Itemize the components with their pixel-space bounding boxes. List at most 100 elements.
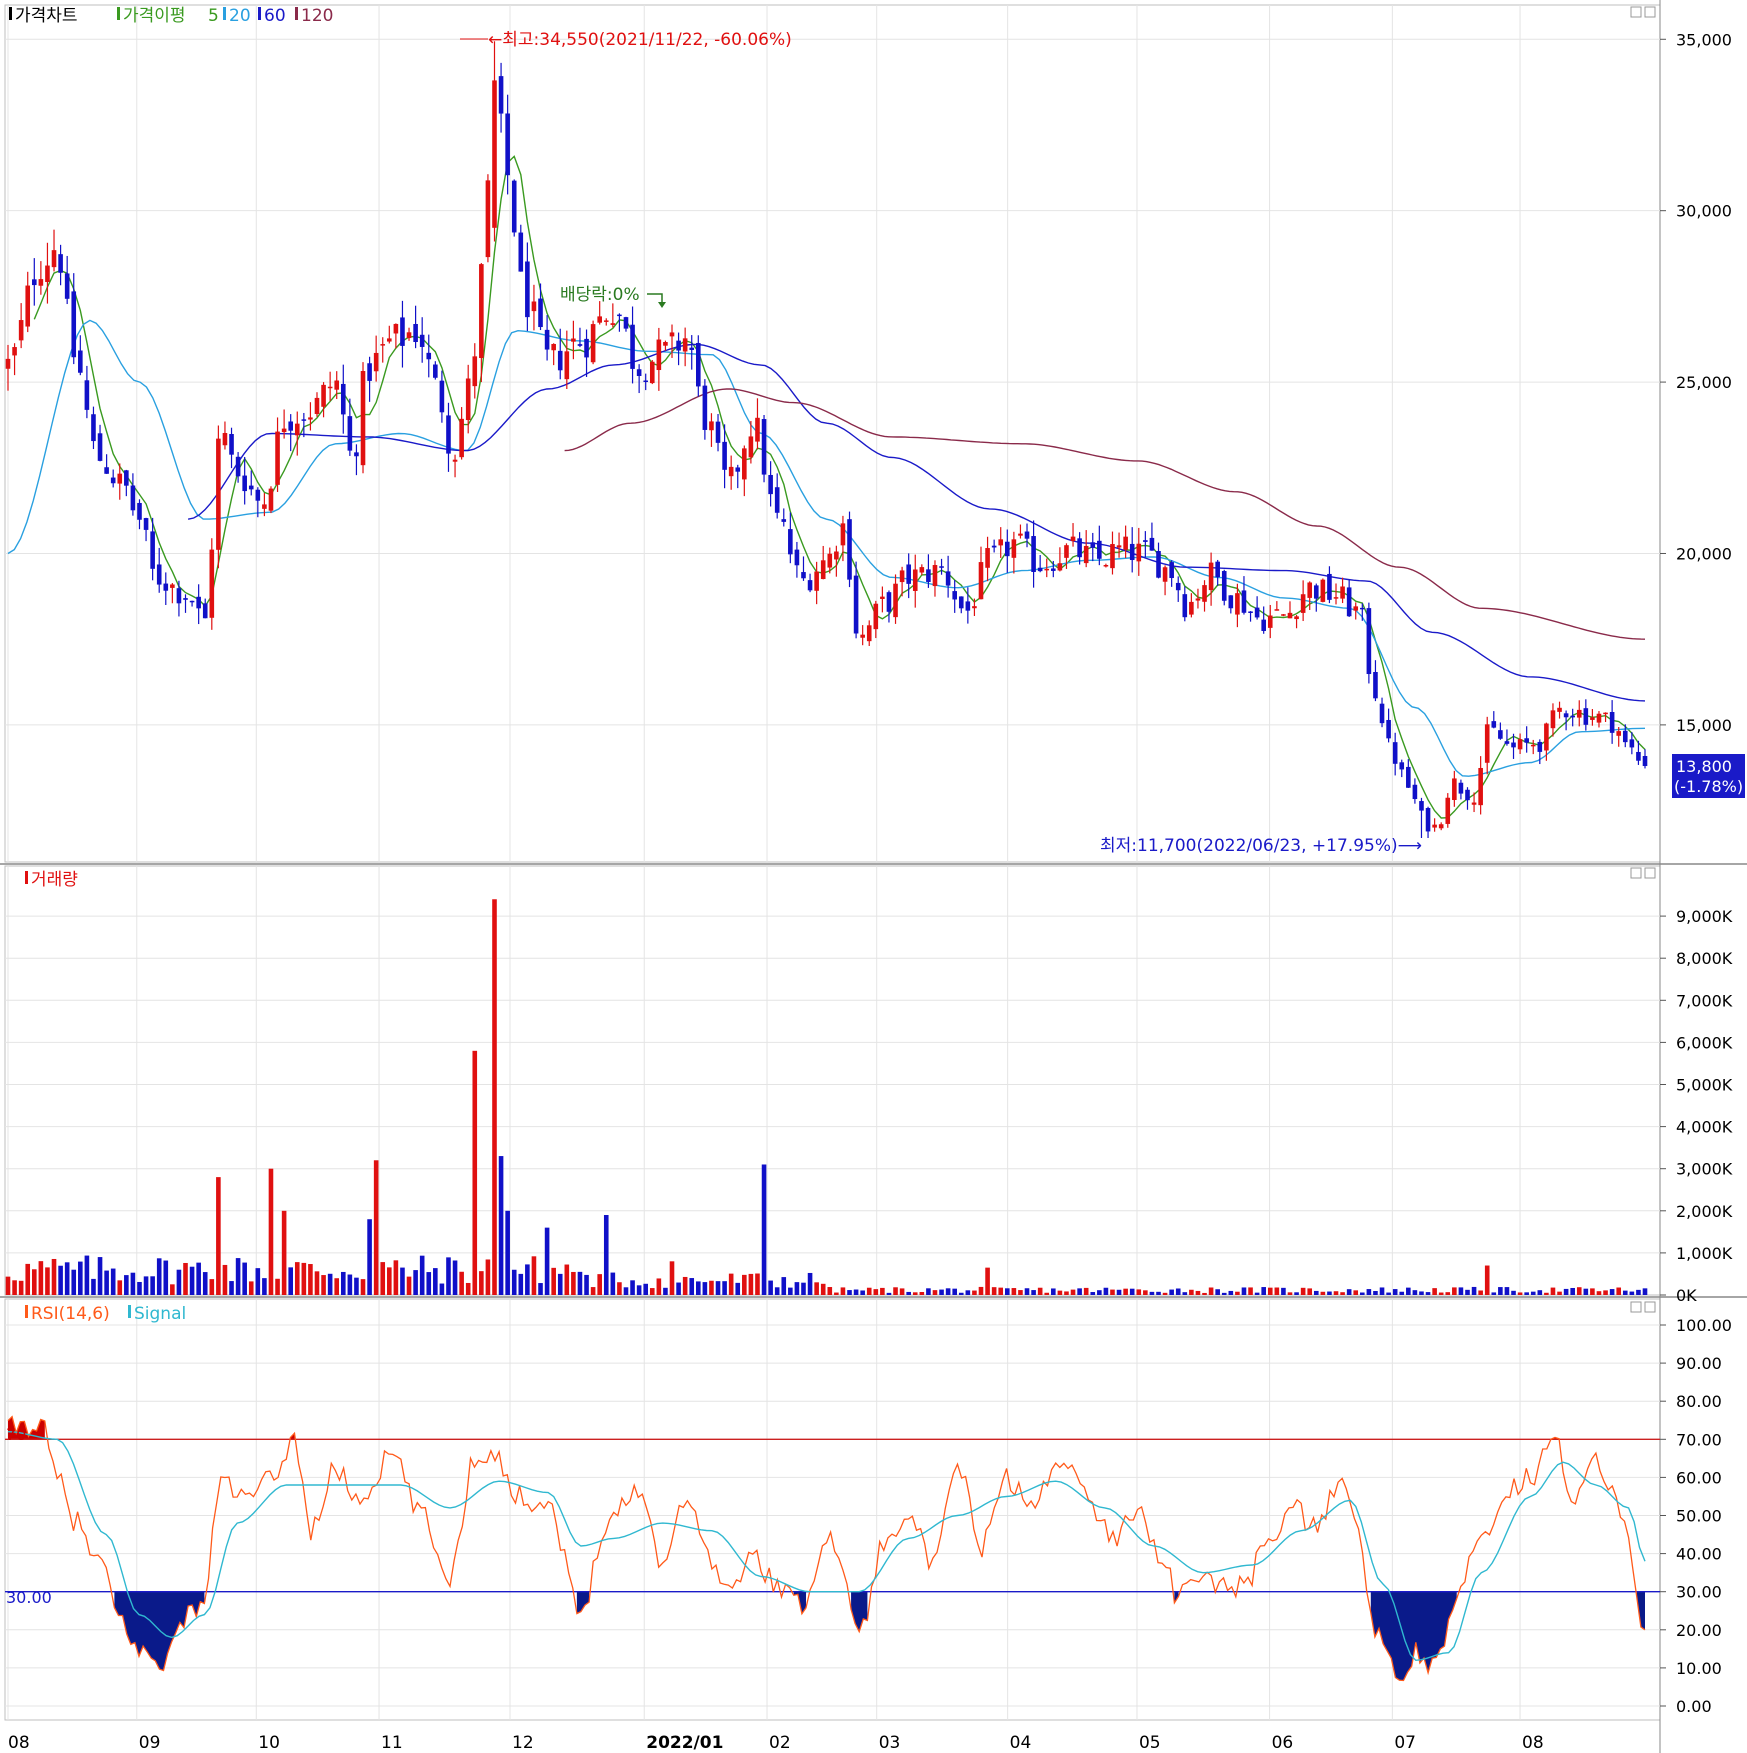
volume-bar — [1596, 1291, 1602, 1295]
volume-bar — [603, 1215, 609, 1295]
legend-signal-marker — [128, 1305, 131, 1318]
volume-bar — [952, 1288, 957, 1295]
x-tick-label: 05 — [1139, 1733, 1161, 1753]
candle-body — [1504, 741, 1510, 744]
volume-bar — [255, 1268, 261, 1295]
volume-bar — [649, 1288, 655, 1295]
volume-bar — [413, 1270, 418, 1295]
volume-bar — [1609, 1289, 1615, 1295]
volume-bar — [1221, 1292, 1227, 1295]
candle-body — [807, 580, 813, 591]
volume-bar — [1123, 1288, 1128, 1295]
candle-body — [1465, 789, 1470, 801]
volume-bar — [1228, 1290, 1234, 1295]
candle-body — [1412, 784, 1418, 800]
volume-bar — [202, 1272, 208, 1295]
candle-body — [354, 452, 359, 457]
candle-body — [511, 180, 517, 233]
volume-bar — [860, 1290, 865, 1295]
volume-bar — [176, 1269, 182, 1295]
candle-body — [347, 416, 353, 451]
volume-bar — [426, 1272, 432, 1295]
candle-body — [117, 473, 123, 484]
legend-volume-title: 거래량 — [31, 870, 78, 890]
candle-body — [150, 531, 155, 569]
volume-bar — [636, 1285, 642, 1295]
candle-body — [998, 539, 1004, 546]
candle-body — [124, 470, 129, 486]
candle-body — [18, 320, 24, 341]
price-tick-label: 35,000 — [1676, 30, 1732, 49]
volume-bar — [1004, 1288, 1010, 1295]
candle-body — [308, 417, 313, 420]
volume-bar — [906, 1291, 911, 1295]
candle-body — [1346, 587, 1352, 617]
candle-body — [1478, 767, 1483, 806]
candle-body — [1609, 712, 1615, 733]
volume-bar — [419, 1255, 425, 1295]
candle-body — [571, 338, 576, 342]
volume-bar — [1248, 1287, 1253, 1295]
candle-body — [847, 519, 852, 580]
rsi-tick-label: 0.00 — [1676, 1697, 1712, 1716]
volume-bar — [1419, 1291, 1424, 1295]
candle-body — [1097, 540, 1102, 559]
candle-body — [1287, 612, 1293, 619]
volume-bar — [327, 1273, 333, 1295]
volume-bar — [340, 1271, 346, 1295]
x-tick-label: 08 — [8, 1733, 30, 1753]
candle-body — [728, 466, 734, 477]
candle-body — [281, 428, 287, 433]
volume-bar — [768, 1280, 773, 1295]
candle-body — [5, 358, 11, 369]
volume-bar — [465, 1282, 471, 1295]
volume-bar — [189, 1266, 195, 1295]
volume-bar — [1504, 1287, 1510, 1295]
candle-body — [978, 562, 984, 600]
candle-body — [525, 261, 530, 318]
volume-bar — [97, 1257, 103, 1295]
volume-bar — [794, 1282, 800, 1295]
volume-bar — [893, 1287, 898, 1295]
rsi-tick-label: 10.00 — [1676, 1659, 1722, 1678]
candle-body — [603, 320, 609, 322]
candle-body — [1360, 607, 1365, 610]
volume-bar — [58, 1265, 63, 1295]
volume-bar — [25, 1263, 31, 1295]
volume-bar — [945, 1288, 951, 1295]
volume-bar — [1320, 1291, 1326, 1295]
candle-body — [1300, 594, 1306, 613]
candle-body — [334, 380, 340, 390]
candle-body — [1202, 585, 1207, 602]
volume-bar — [827, 1287, 833, 1295]
candle-body — [1103, 565, 1109, 567]
volume-bar — [485, 1259, 491, 1295]
volume-bar — [294, 1262, 300, 1295]
candle-body — [360, 371, 366, 466]
candle-body — [1011, 539, 1017, 558]
volume-bar — [229, 1281, 234, 1295]
candle-body — [636, 369, 642, 376]
volume-bar — [518, 1273, 524, 1295]
candle-body — [71, 291, 77, 358]
candle-body — [268, 488, 274, 511]
candle-body — [1622, 730, 1628, 743]
volume-tick-label: 5,000K — [1676, 1076, 1733, 1095]
candle-body — [373, 352, 379, 372]
candle-body — [1399, 762, 1405, 770]
volume-bar — [373, 1160, 379, 1295]
volume-bar — [347, 1274, 353, 1295]
volume-bar — [531, 1256, 537, 1295]
volume-bar — [248, 1281, 254, 1295]
volume-bar — [1116, 1289, 1122, 1295]
volume-bar — [71, 1269, 77, 1295]
volume-bar — [1629, 1291, 1635, 1295]
candle-body — [1090, 542, 1096, 548]
candle-body — [893, 583, 898, 618]
volume-bar — [965, 1290, 971, 1295]
candle-body — [1629, 739, 1635, 748]
volume-bar — [932, 1290, 938, 1295]
volume-bar — [439, 1283, 445, 1295]
candle-body — [722, 441, 727, 470]
legend-ma120-marker — [295, 7, 298, 20]
